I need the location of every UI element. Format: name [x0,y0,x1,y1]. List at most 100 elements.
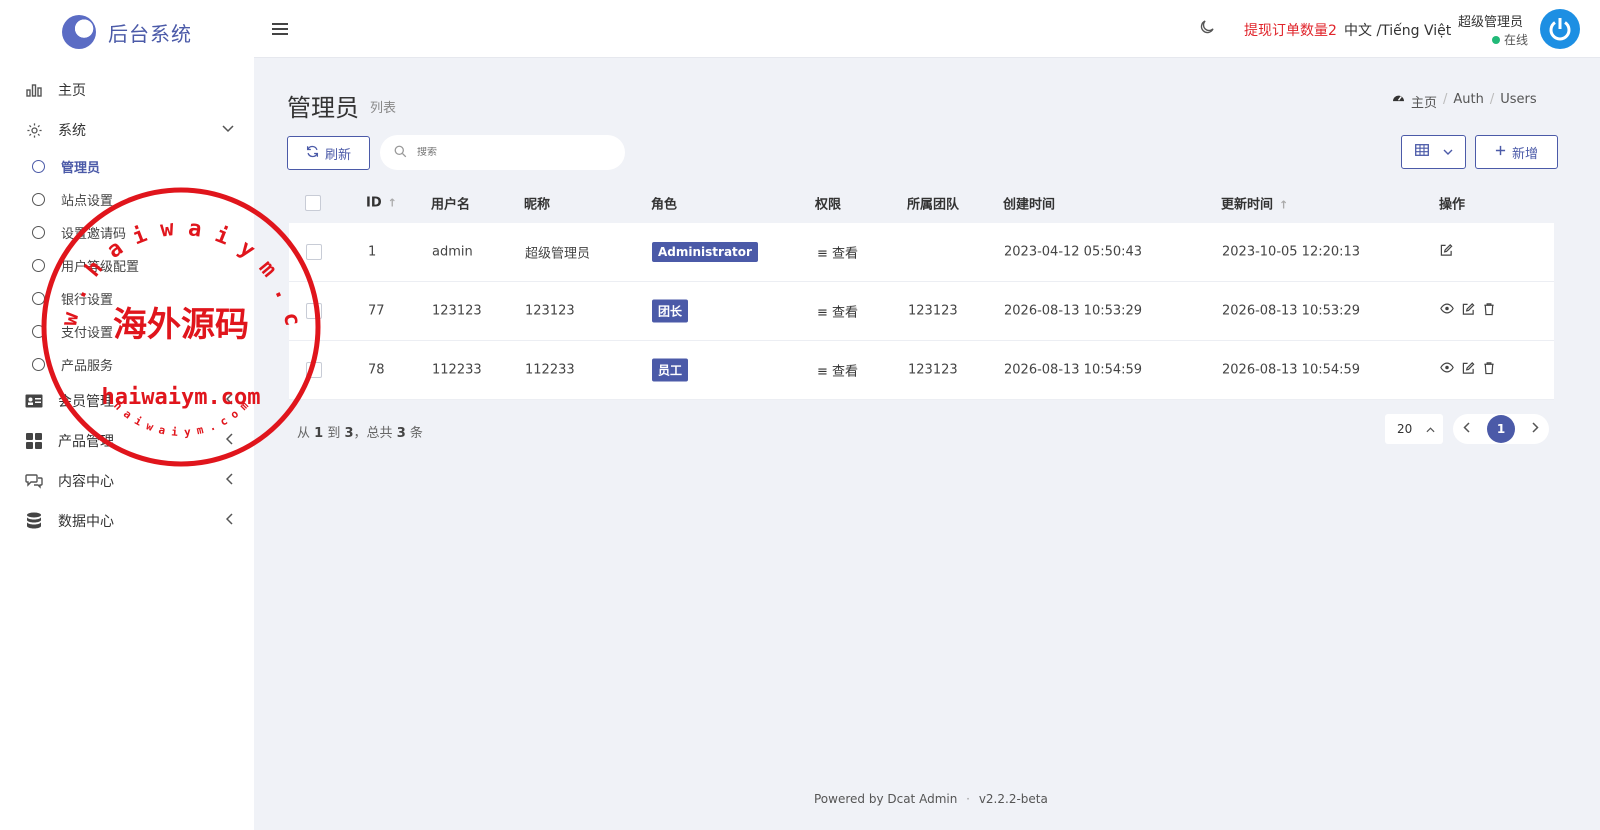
chevron-left-icon [225,513,234,528]
bar-chart-icon [24,80,44,100]
gear-icon [24,120,44,140]
th-team: 所属团队 [907,197,960,213]
user-status: 在线 [1492,31,1528,48]
footer: Powered by Dcat Admin · v2.2.2-beta [814,792,1048,806]
sidebar-item-label: 数据中心 [58,514,114,530]
cell-created: 2026-08-13 10:54:59 [1004,362,1143,378]
view-permissions-link[interactable]: ≡ 查看 [817,243,858,262]
sidebar-item-members[interactable]: 会员管理 [0,381,254,421]
sidebar-subitem-site-settings[interactable]: 站点设置 [0,183,254,216]
breadcrumb: 主页 / Auth / Users [1392,92,1537,111]
cell-username: 123123 [432,303,482,319]
powered-by-link[interactable]: Powered by Dcat Admin [814,792,957,806]
search-box[interactable] [380,135,625,170]
sort-arrow-icon: ↑ [387,196,397,210]
table-icon [1414,144,1429,160]
chevron-down-icon [1443,145,1453,160]
column-selector-button[interactable] [1401,135,1466,169]
breadcrumb-home[interactable]: 主页 [1411,92,1437,111]
sidebar-subitem-invite-code[interactable]: 设置邀请码 [0,216,254,249]
sidebar-subitem-payment-settings[interactable]: 支付设置 [0,315,254,348]
chevron-down-icon [222,122,234,136]
edit-icon[interactable] [1462,362,1475,379]
cell-id: 1 [368,244,377,260]
view-permissions-link[interactable]: ≡ 查看 [817,361,858,380]
sidebar-subitem-bank-settings[interactable]: 银行设置 [0,282,254,315]
cell-nickname: 超级管理员 [525,246,591,262]
table-row: 77 123123 123123 团长 ≡ 查看 123123 2026-08-… [289,282,1554,341]
menu-toggle-icon[interactable] [272,17,288,41]
edit-icon[interactable] [1440,244,1453,261]
chevron-left-icon [225,473,234,488]
cell-id: 77 [368,303,385,319]
th-created: 创建时间 [1003,197,1056,213]
avatar[interactable] [1540,9,1580,49]
breadcrumb-auth[interactable]: Auth [1453,92,1483,111]
next-page-button[interactable] [1532,421,1539,437]
row-actions [1440,303,1495,320]
row-checkbox[interactable] [306,362,322,378]
withdraw-orders-link[interactable]: 提现订单数量2 [1244,20,1337,40]
users-table: ID ↑ 用户名 昵称 角色 权限 所属团队 创建时间 更新时间 ↑ 操作 1 ad… [289,183,1554,400]
table-row: 1 admin 超级管理员 Administrator ≡ 查看 2023-04… [289,223,1554,282]
sidebar-item-system[interactable]: 系统 [0,110,254,150]
per-page-select[interactable]: 20 [1385,414,1443,444]
new-button[interactable]: 新增 [1475,135,1558,169]
list-icon: ≡ [817,364,828,380]
language-switcher[interactable]: 中文 /Tiếng Việt [1344,20,1451,40]
cell-team: 123123 [908,362,958,378]
sidebar-item-home[interactable]: 主页 [0,70,254,110]
table-row: 78 112233 112233 员工 ≡ 查看 123123 2026-08-… [289,341,1554,400]
refresh-button[interactable]: 刷新 [287,136,370,170]
chat-icon [24,471,44,491]
trash-icon[interactable] [1483,362,1495,379]
circle-icon [32,358,45,371]
role-badge: 员工 [652,358,689,382]
sidebar-subitem-user-levels[interactable]: 用户等级配置 [0,249,254,282]
list-icon: ≡ [817,305,828,321]
top-header: 提现订单数量2 中文 /Tiếng Việt 超级管理员 在线 [254,0,1600,58]
row-checkbox[interactable] [306,244,322,260]
sidebar-item-label: 产品管理 [58,434,114,450]
pagination: 1 [1453,414,1549,444]
sidebar-item-data[interactable]: 数据中心 [0,501,254,541]
sidebar-item-label: 内容中心 [58,474,114,490]
sidebar-subitem-product-service[interactable]: 产品服务 [0,348,254,381]
th-id[interactable]: ID ↑ [366,196,397,211]
chevron-up-icon [1426,422,1435,436]
sidebar-item-content[interactable]: 内容中心 [0,461,254,501]
cell-created: 2023-04-12 05:50:43 [1004,244,1143,260]
search-input[interactable] [417,147,597,158]
sidebar-subitem-admins[interactable]: 管理员 [0,150,254,183]
grid-icon [24,431,44,451]
user-name[interactable]: 超级管理员 [1458,11,1523,30]
chevron-left-icon [225,393,234,408]
select-all-checkbox[interactable] [305,195,321,211]
circle-icon [32,259,45,272]
view-permissions-link[interactable]: ≡ 查看 [817,302,858,321]
th-updated[interactable]: 更新时间 ↑ [1221,194,1288,213]
cell-created: 2026-08-13 10:53:29 [1004,303,1143,319]
sidebar-item-label: 系统 [58,123,86,139]
trash-icon[interactable] [1483,303,1495,320]
eye-icon[interactable] [1440,362,1454,379]
cell-username: admin [432,244,473,260]
cell-updated: 2026-08-13 10:53:29 [1222,303,1361,319]
edit-icon[interactable] [1462,303,1475,320]
prev-page-button[interactable] [1463,421,1470,437]
id-card-icon [24,391,44,411]
brand[interactable]: 后台系统 [62,12,192,52]
eye-icon[interactable] [1440,303,1454,320]
breadcrumb-users: Users [1500,92,1537,107]
cell-team: 123123 [908,303,958,319]
row-checkbox[interactable] [306,303,322,319]
dark-mode-icon[interactable] [1198,18,1216,41]
cell-updated: 2026-08-13 10:54:59 [1222,362,1361,378]
chevron-left-icon [225,433,234,448]
sidebar-item-products[interactable]: 产品管理 [0,421,254,461]
th-username: 用户名 [431,197,471,213]
circle-icon [32,160,45,173]
role-badge: Administrator [652,242,758,262]
page-1-button[interactable]: 1 [1487,415,1515,443]
sidebar-nav: 主页 系统 管理员 站点设置 设置邀请码 用户等级配置 银行设置 支付设置 产品… [0,70,254,541]
